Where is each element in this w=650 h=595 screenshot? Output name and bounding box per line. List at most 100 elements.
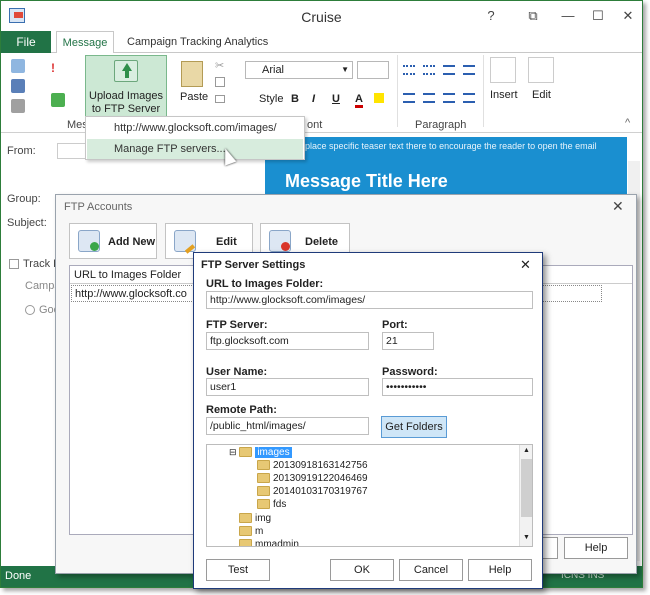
align-left-icon[interactable] bbox=[403, 93, 415, 103]
tree-item-label: 20140103170319767 bbox=[273, 486, 368, 497]
track-checkbox[interactable] bbox=[9, 259, 19, 269]
edit-icon bbox=[174, 230, 196, 254]
increase-indent-icon[interactable] bbox=[463, 65, 475, 75]
font-name-select[interactable]: Arial ▼ bbox=[245, 61, 353, 79]
underline-button[interactable]: U bbox=[332, 93, 340, 105]
ok-button[interactable]: OK bbox=[330, 559, 394, 581]
help-button[interactable]: Help bbox=[468, 559, 532, 581]
dialog-title: FTP Accounts bbox=[64, 201, 133, 213]
scroll-up-icon[interactable]: ▲ bbox=[523, 447, 530, 454]
font-size-select[interactable] bbox=[357, 61, 389, 79]
ftp-server-field[interactable]: ftp.glocksoft.com bbox=[206, 332, 369, 350]
add-new-button[interactable]: Add New bbox=[69, 223, 157, 259]
tree-item-label: img bbox=[255, 513, 272, 524]
folder-tree[interactable]: ⊟ images 20130918163142756 2013091912204… bbox=[206, 444, 533, 547]
password-field[interactable]: ••••••••••• bbox=[382, 378, 533, 396]
font-name: Arial bbox=[262, 64, 285, 76]
from-field[interactable] bbox=[57, 143, 87, 159]
tree-item[interactable]: img bbox=[239, 512, 271, 525]
edit-label[interactable]: Edit bbox=[532, 89, 551, 101]
tree-item-label: 20130918163142756 bbox=[273, 460, 368, 471]
folder-icon bbox=[257, 460, 270, 471]
address-book-icon[interactable] bbox=[11, 59, 25, 73]
remote-path-label: Remote Path: bbox=[206, 404, 277, 416]
help-button[interactable]: Help bbox=[564, 537, 628, 559]
highlight-icon[interactable] bbox=[374, 93, 384, 103]
collapse-icon[interactable]: ⊟ bbox=[229, 447, 237, 457]
tree-item[interactable]: 20130918163142756 bbox=[257, 459, 368, 472]
tree-item[interactable]: mmadmin bbox=[239, 538, 299, 546]
cancel-button[interactable]: Cancel bbox=[399, 559, 463, 581]
cut-icon[interactable]: ✂ bbox=[215, 59, 224, 72]
priority-icon[interactable]: ! bbox=[51, 61, 71, 75]
justify-icon[interactable] bbox=[463, 93, 475, 103]
add-new-label: Add New bbox=[108, 236, 156, 248]
maximize-button[interactable]: ☐ bbox=[588, 7, 608, 25]
numbering-icon[interactable] bbox=[423, 65, 435, 75]
align-right-icon[interactable] bbox=[443, 93, 455, 103]
url-label: URL to Images Folder: bbox=[206, 278, 324, 290]
password-label: Password: bbox=[382, 366, 438, 378]
email-preview[interactable]: place specific teaser text there to enco… bbox=[265, 137, 627, 201]
tree-item[interactable]: 20140103170319767 bbox=[257, 485, 368, 498]
align-center-icon[interactable] bbox=[423, 93, 435, 103]
menu-item-ftp-url[interactable]: http://www.glocksoft.com/images/ bbox=[86, 117, 304, 139]
url-field[interactable]: http://www.glocksoft.com/images/ bbox=[206, 291, 533, 309]
minimize-button[interactable]: — bbox=[558, 7, 578, 25]
group-label-paragraph: Paragraph bbox=[415, 119, 467, 131]
font-color-button[interactable]: A bbox=[355, 93, 363, 108]
tab-file[interactable]: File bbox=[1, 31, 51, 53]
add-icon bbox=[78, 230, 100, 252]
insert-icon[interactable] bbox=[490, 57, 516, 83]
menu-item-manage-ftp[interactable]: Manage FTP servers... bbox=[87, 139, 303, 159]
tree-scrollbar[interactable]: ▲ ▼ bbox=[519, 445, 532, 546]
style-label[interactable]: Style bbox=[259, 93, 283, 105]
scroll-thumb[interactable] bbox=[521, 459, 532, 517]
close-button[interactable]: ✕ bbox=[618, 7, 638, 25]
port-field[interactable]: 21 bbox=[382, 332, 434, 350]
insert-label[interactable]: Insert bbox=[490, 89, 518, 101]
goo-radio[interactable] bbox=[25, 305, 35, 315]
title-bar: Cruise ? ⧉ — ☐ ✕ bbox=[1, 1, 642, 31]
group-divider bbox=[483, 55, 484, 127]
scroll-down-icon[interactable]: ▼ bbox=[523, 534, 530, 541]
tree-item-images[interactable]: ⊟ images bbox=[229, 446, 292, 459]
folder-icon bbox=[239, 447, 253, 458]
format-painter-icon[interactable] bbox=[215, 95, 225, 103]
delete-label: Delete bbox=[305, 236, 339, 248]
folder-icon bbox=[239, 539, 252, 546]
tab-campaign-tracking[interactable]: Campaign Tracking Analytics bbox=[127, 31, 268, 53]
tree-item-label: 20130919122046469 bbox=[273, 473, 368, 484]
copy-icon[interactable] bbox=[215, 77, 225, 87]
ribbon-display-button[interactable]: ⧉ bbox=[523, 7, 543, 25]
italic-button[interactable]: I bbox=[312, 93, 315, 105]
tab-message[interactable]: Message bbox=[56, 31, 114, 54]
test-button[interactable]: Test bbox=[206, 559, 270, 581]
status-text: Done bbox=[5, 570, 32, 582]
collapse-ribbon-icon[interactable]: ^ bbox=[625, 117, 630, 129]
edit-icon[interactable] bbox=[528, 57, 554, 83]
close-icon[interactable]: ✕ bbox=[520, 257, 531, 273]
save-icon[interactable] bbox=[11, 79, 25, 93]
help-button[interactable]: ? bbox=[481, 7, 501, 25]
remote-path-field[interactable]: /public_html/images/ bbox=[206, 417, 369, 435]
upload-images-button[interactable]: Upload Images to FTP Server bbox=[85, 55, 167, 117]
tree-item[interactable]: 20130919122046469 bbox=[257, 472, 368, 485]
tree-item-label: images bbox=[255, 447, 292, 458]
column-url-header[interactable]: URL to Images Folder bbox=[74, 269, 181, 281]
tree-item[interactable]: m bbox=[239, 525, 263, 538]
close-icon[interactable]: ✕ bbox=[612, 198, 624, 215]
user-name-field[interactable]: user1 bbox=[206, 378, 369, 396]
group-label-font: ont bbox=[307, 119, 323, 131]
tree-item[interactable]: fds bbox=[257, 498, 286, 511]
bold-button[interactable]: B bbox=[291, 93, 299, 105]
bullets-icon[interactable] bbox=[403, 65, 415, 75]
decrease-indent-icon[interactable] bbox=[443, 65, 455, 75]
folder-icon bbox=[257, 486, 270, 497]
get-folders-button[interactable]: Get Folders bbox=[381, 416, 447, 438]
group-divider bbox=[397, 55, 398, 127]
paste-label[interactable]: Paste bbox=[180, 91, 208, 103]
paste-icon[interactable] bbox=[181, 61, 203, 87]
check-icon[interactable] bbox=[51, 93, 65, 107]
attach-icon[interactable] bbox=[11, 99, 25, 113]
